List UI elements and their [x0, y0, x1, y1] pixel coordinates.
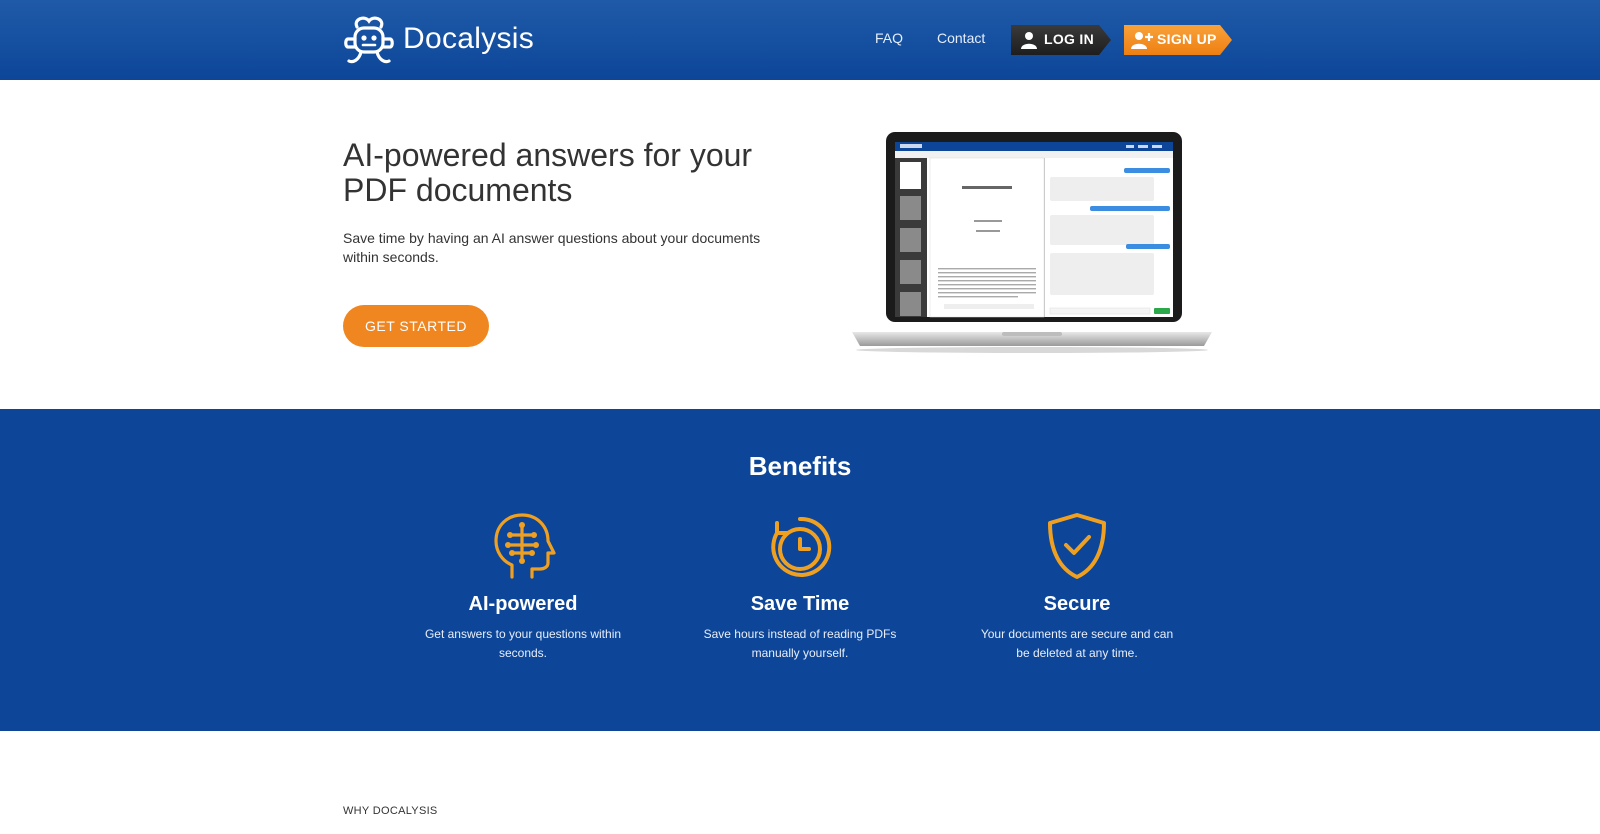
benefit-desc: Get answers to your questions within sec… — [424, 627, 622, 660]
benefit-name: Secure — [1043, 593, 1111, 615]
benefit-desc: Save hours instead of reading PDFs manua… — [703, 627, 897, 660]
ai-head-icon — [494, 513, 556, 579]
nav-faq-link[interactable]: FAQ — [875, 30, 903, 46]
hero-title: AI-powered answers for your PDF document… — [343, 137, 753, 208]
laptop-app-preview — [852, 132, 1212, 353]
why-docalysis-label: WHY DOCALYSIS — [343, 805, 438, 817]
login-button-label: LOG IN — [1044, 31, 1095, 47]
nav-contact-link[interactable]: Contact — [937, 30, 985, 46]
get-started-button[interactable]: GET STARTED — [343, 305, 489, 347]
login-button[interactable]: LOG IN — [1011, 25, 1111, 55]
signup-button[interactable]: SIGN UP — [1124, 25, 1232, 55]
benefit-save-time: Save Time Save hours instead of reading … — [690, 511, 910, 663]
brand-name: Docalysis — [403, 22, 535, 55]
benefit-name: Save Time — [750, 593, 850, 615]
signup-button-label: SIGN UP — [1157, 31, 1217, 47]
add-user-icon — [1131, 32, 1153, 49]
stopwatch-icon — [771, 516, 832, 577]
benefit-name: AI-powered — [468, 593, 578, 615]
benefit-ai-powered: AI-powered Get answers to your questions… — [413, 511, 633, 663]
brand-logo[interactable]: Docalysis — [343, 13, 534, 65]
user-icon — [1021, 32, 1037, 49]
hero-subtitle: Save time by having an AI answer questio… — [343, 230, 761, 265]
robot-logo-icon — [344, 16, 394, 64]
shield-check-icon — [1048, 513, 1106, 579]
benefit-desc: Your documents are secure and can be del… — [980, 627, 1174, 660]
benefits-title: Benefits — [748, 451, 852, 481]
benefit-secure: Secure Your documents are secure and can… — [967, 511, 1187, 663]
site-header: Docalysis FAQ Contact LOG IN SIGN UP — [0, 0, 1600, 80]
benefits-section: Benefits AI-powered Get answers to your … — [0, 409, 1600, 731]
